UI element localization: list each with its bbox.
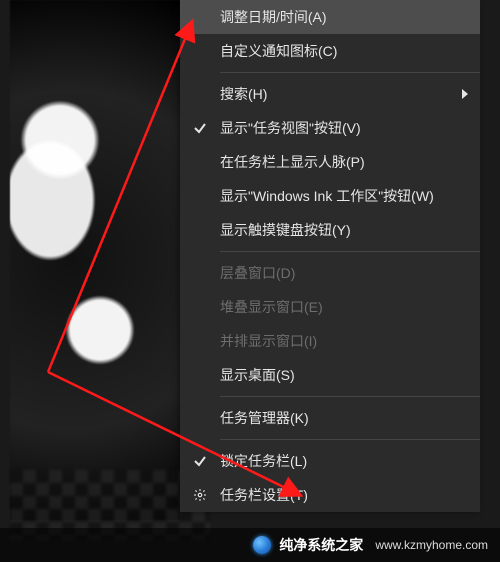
menu-item-label: 显示"Windows Ink 工作区"按钮(W) [220, 186, 434, 206]
menu-item-label: 堆叠显示窗口(E) [220, 297, 323, 317]
menu-item-label: 任务管理器(K) [220, 408, 309, 428]
checkmark-icon [192, 120, 208, 136]
menu-item-stacked-windows: 堆叠显示窗口(E) [180, 290, 480, 324]
menu-item-show-windows-ink[interactable]: 显示"Windows Ink 工作区"按钮(W) [180, 179, 480, 213]
watermark-bar: 纯净系统之家 www.kzmyhome.com [0, 528, 500, 562]
menu-item-label: 搜索(H) [220, 84, 267, 104]
menu-item-label: 自定义通知图标(C) [220, 41, 337, 61]
menu-separator [220, 251, 480, 252]
menu-item-label: 任务栏设置(T) [220, 485, 308, 505]
menu-item-adjust-datetime[interactable]: 调整日期/时间(A) [180, 0, 480, 34]
menu-item-label: 调整日期/时间(A) [220, 7, 327, 27]
menu-item-show-desktop[interactable]: 显示桌面(S) [180, 358, 480, 392]
watermark-brand: 纯净系统之家 [279, 535, 363, 555]
checkmark-icon [192, 453, 208, 469]
menu-item-show-people[interactable]: 在任务栏上显示人脉(P) [180, 145, 480, 179]
menu-item-taskbar-settings[interactable]: 任务栏设置(T) [180, 478, 480, 512]
menu-item-lock-taskbar[interactable]: 锁定任务栏(L) [180, 444, 480, 478]
menu-item-label: 显示触摸键盘按钮(Y) [220, 220, 351, 240]
menu-separator [220, 439, 480, 440]
menu-item-search[interactable]: 搜索(H) [180, 77, 480, 111]
menu-item-label: 显示桌面(S) [220, 365, 295, 385]
watermark-logo-icon [253, 536, 271, 554]
menu-separator [220, 396, 480, 397]
menu-item-customize-notification-icons[interactable]: 自定义通知图标(C) [180, 34, 480, 68]
menu-item-task-manager[interactable]: 任务管理器(K) [180, 401, 480, 435]
submenu-chevron-icon [462, 89, 468, 99]
menu-item-sidebyside-windows: 并排显示窗口(I) [180, 324, 480, 358]
menu-item-show-taskview-button[interactable]: 显示"任务视图"按钮(V) [180, 111, 480, 145]
desktop-wallpaper [10, 0, 180, 520]
menu-item-label: 在任务栏上显示人脉(P) [220, 152, 365, 172]
menu-item-label: 并排显示窗口(I) [220, 331, 317, 351]
menu-item-label: 层叠窗口(D) [220, 263, 295, 283]
menu-item-label: 显示"任务视图"按钮(V) [220, 118, 361, 138]
gear-icon [192, 487, 208, 503]
taskbar-context-menu: 调整日期/时间(A) 自定义通知图标(C) 搜索(H) 显示"任务视图"按钮(V… [180, 0, 480, 512]
menu-item-label: 锁定任务栏(L) [220, 451, 307, 471]
menu-separator [220, 72, 480, 73]
menu-item-cascade-windows: 层叠窗口(D) [180, 256, 480, 290]
menu-item-show-touch-keyboard[interactable]: 显示触摸键盘按钮(Y) [180, 213, 480, 247]
watermark-url: www.kzmyhome.com [375, 538, 488, 552]
